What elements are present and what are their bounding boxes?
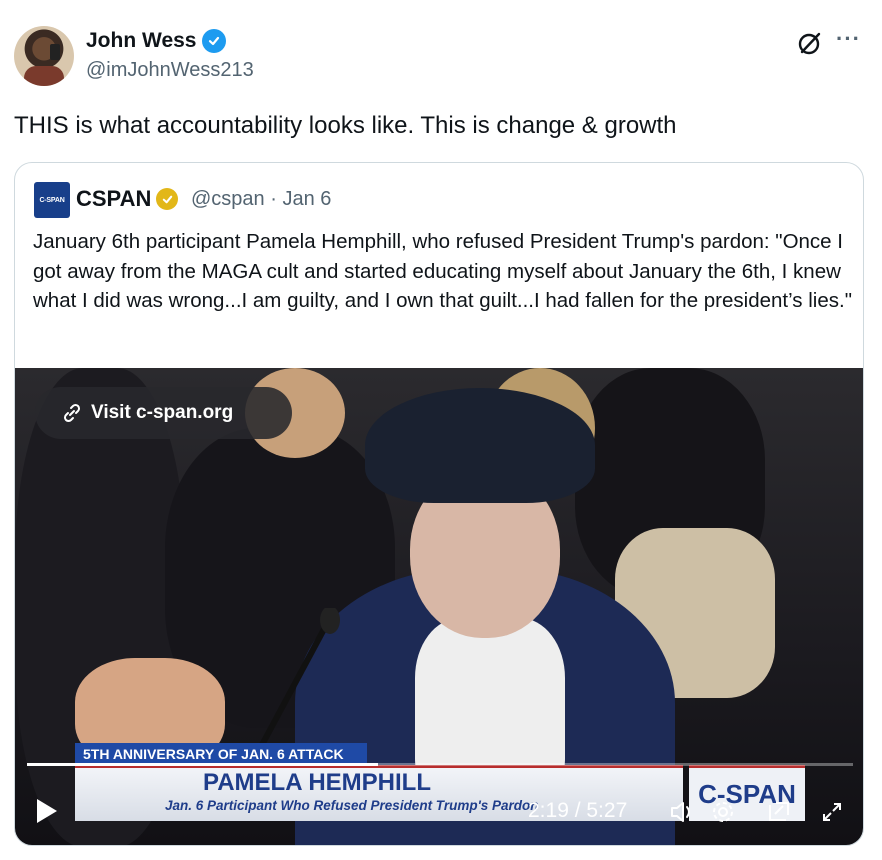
visit-cspan-link[interactable]: Visit c-span.org xyxy=(35,387,292,439)
link-icon xyxy=(63,403,81,423)
avatar[interactable] xyxy=(14,26,74,86)
quoted-post[interactable]: C-SPAN CSPAN @cspan · Jan 6 January 6th … xyxy=(14,162,864,846)
author-handle[interactable]: @imJohnWess213 xyxy=(86,59,254,82)
more-icon[interactable]: ··· xyxy=(836,26,861,52)
tweet-text: THIS is what accountability looks like. … xyxy=(14,112,677,139)
verified-badge-icon[interactable] xyxy=(202,29,227,53)
speaker-cap xyxy=(365,388,595,503)
progress-fill xyxy=(27,763,379,766)
quote-author-name[interactable]: CSPAN xyxy=(76,186,179,212)
play-icon[interactable] xyxy=(37,799,57,823)
picture-in-picture-icon[interactable] xyxy=(764,797,794,827)
time-display: 2:19 / 5:27 xyxy=(528,799,628,822)
author-name-text[interactable]: John Wess xyxy=(86,29,196,53)
volume-icon[interactable] xyxy=(667,797,697,827)
quote-author-name-text[interactable]: CSPAN xyxy=(76,186,151,212)
settings-gear-icon[interactable] xyxy=(708,797,738,827)
verified-org-badge-icon xyxy=(156,188,179,210)
quote-text: January 6th participant Pamela Hemphill,… xyxy=(33,230,852,312)
author-name[interactable]: John Wess xyxy=(86,29,227,53)
grok-icon[interactable] xyxy=(797,30,823,56)
video-player[interactable]: Visit c-span.org 5TH ANNIVERSARY OF JAN.… xyxy=(15,368,863,845)
fullscreen-icon[interactable] xyxy=(817,797,847,827)
progress-bar[interactable] xyxy=(27,763,853,766)
visit-link-label[interactable]: Visit c-span.org xyxy=(91,402,233,424)
video-controls: 2:19 / 5:27 xyxy=(15,793,863,833)
cspan-avatar[interactable]: C-SPAN xyxy=(34,182,70,218)
quote-handle-date[interactable]: @cspan · Jan 6 xyxy=(191,188,331,211)
banner-top: 5TH ANNIVERSARY OF JAN. 6 ATTACK xyxy=(75,743,367,765)
